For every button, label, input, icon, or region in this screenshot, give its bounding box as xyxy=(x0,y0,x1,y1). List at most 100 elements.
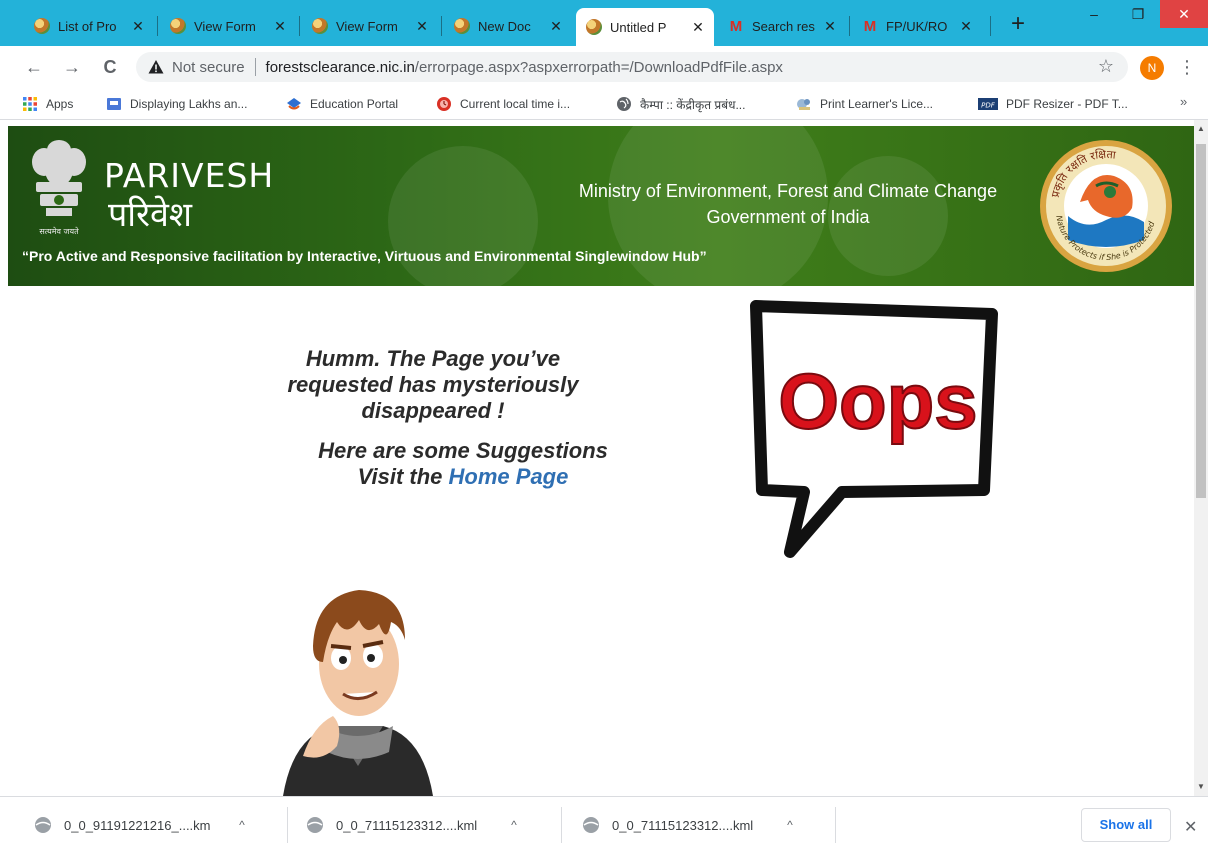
moefcc-seal-icon: प्रकृति रक्षति रक्षिता Nature Protects i… xyxy=(1040,140,1172,272)
close-icon[interactable]: ✕ xyxy=(958,18,974,35)
new-tab-button[interactable]: + xyxy=(1005,12,1031,38)
bookmark-label: Displaying Lakhs an... xyxy=(130,97,248,111)
download-filename: 0_0_71115123312....kml xyxy=(612,817,754,833)
download-bar: 0_0_91191221216_....km ^ 0_0_71115123312… xyxy=(0,796,1208,851)
kml-file-icon xyxy=(35,817,51,833)
kml-file-icon xyxy=(307,817,323,833)
error-line-3: disappeared ! xyxy=(361,398,505,423)
clock-icon xyxy=(437,97,451,111)
reload-button[interactable]: C xyxy=(98,55,122,79)
visit-home-line: Visit the Home Page xyxy=(278,464,648,490)
close-icon[interactable]: ✕ xyxy=(690,19,706,36)
oops-text: Oops xyxy=(778,357,977,445)
bookmark-label: Education Portal xyxy=(310,97,399,111)
bookmarks-overflow-button[interactable]: » xyxy=(1180,94,1187,109)
mef-icon xyxy=(312,18,328,34)
maximize-button[interactable]: ❐ xyxy=(1116,0,1160,28)
gmail-icon: M xyxy=(863,17,877,35)
kml-file-icon xyxy=(583,817,599,833)
ministry-title: Ministry of Environment, Forest and Clim… xyxy=(528,178,1048,230)
tab-untitled-active[interactable]: Untitled P ✕ xyxy=(576,8,714,46)
home-page-link[interactable]: Home Page xyxy=(449,464,569,489)
bookmark-pdf-resizer[interactable]: PDF PDF Resizer - PDF T... xyxy=(978,95,1128,113)
bookmark-label: कैम्पा :: केंद्रीकृत प्रबंध... xyxy=(640,97,746,112)
download-separator xyxy=(561,807,562,843)
minimize-button[interactable]: ‒ xyxy=(1072,0,1116,28)
bookmark-displaying-lakhs[interactable]: Displaying Lakhs an... xyxy=(106,95,247,113)
pdf-resizer-icon: PDF xyxy=(978,98,998,110)
close-download-bar-icon[interactable]: ✕ xyxy=(1184,817,1197,837)
browser-toolbar: ← → C Not secure forestsclearance.nic.in… xyxy=(0,46,1208,88)
tab-view-form-2[interactable]: View Form ✕ xyxy=(302,8,438,44)
download-filename: 0_0_91191221216_....km xyxy=(64,817,211,833)
back-button[interactable]: ← xyxy=(22,55,46,79)
tab-new-doc[interactable]: New Doc ✕ xyxy=(444,8,572,44)
tab-title: View Form xyxy=(194,18,256,34)
close-icon[interactable]: ✕ xyxy=(548,18,564,35)
slides-icon xyxy=(107,98,121,110)
ministry-line-1: Ministry of Environment, Forest and Clim… xyxy=(578,181,998,201)
error-message: Humm. The Page you’ve requested has myst… xyxy=(248,346,618,424)
tab-separator xyxy=(299,16,300,36)
tab-separator xyxy=(849,16,850,36)
tab-title: Search res xyxy=(752,18,815,34)
svg-text:PDF: PDF xyxy=(981,102,996,110)
download-separator xyxy=(287,807,288,843)
bookmark-label: Print Learner's Lice... xyxy=(820,97,934,111)
close-icon[interactable]: ✕ xyxy=(414,18,430,35)
bookmark-label: Current local time i... xyxy=(460,97,571,111)
tab-gmail-fp-uk[interactable]: M FP/UK/RO ✕ xyxy=(852,8,982,44)
chevron-up-icon[interactable]: ^ xyxy=(504,818,524,832)
close-icon[interactable]: ✕ xyxy=(822,18,838,35)
visit-label: Visit the xyxy=(357,464,443,489)
address-bar[interactable]: Not secure forestsclearance.nic.in /erro… xyxy=(136,52,1128,82)
bookmark-current-local-time[interactable]: Current local time i... xyxy=(436,95,570,113)
download-filename: 0_0_71115123312....kml xyxy=(336,817,478,833)
not-secure-label[interactable]: Not secure xyxy=(172,59,245,76)
mef-icon xyxy=(34,18,50,34)
window-close-button[interactable]: ✕ xyxy=(1160,0,1208,28)
national-emblem-icon: सत्यमेव जयते xyxy=(32,140,86,236)
scroll-up-arrow[interactable]: ▲ xyxy=(1194,122,1208,136)
error-line-2: requested has mysteriously xyxy=(287,372,579,397)
chevron-up-icon[interactable]: ^ xyxy=(780,818,800,832)
tab-view-form-1[interactable]: View Form ✕ xyxy=(160,8,296,44)
bookmark-apps[interactable]: Apps xyxy=(22,95,73,113)
tab-separator xyxy=(157,16,158,36)
warning-icon[interactable] xyxy=(148,59,164,75)
tab-title: FP/UK/RO xyxy=(886,18,948,34)
tab-title: List of Pro xyxy=(58,18,117,34)
bookmark-label: PDF Resizer - PDF T... xyxy=(1006,97,1128,111)
close-icon[interactable]: ✕ xyxy=(130,18,146,35)
download-item[interactable]: 0_0_91191221216_....km ^ xyxy=(34,805,252,845)
tab-separator xyxy=(441,16,442,36)
suggestions-heading: Here are some Suggestions xyxy=(318,438,608,463)
page-scrollbar[interactable]: ▲ ▼ xyxy=(1194,120,1208,796)
bookmark-star-icon[interactable]: ☆ xyxy=(1098,56,1114,77)
ministry-line-2: Government of India xyxy=(706,207,870,227)
gmail-icon: M xyxy=(729,17,743,35)
menu-icon[interactable]: ⋮ xyxy=(1178,55,1196,79)
show-all-downloads-button[interactable]: Show all xyxy=(1081,808,1171,842)
tab-gmail-search[interactable]: M Search res ✕ xyxy=(718,8,846,44)
profile-avatar[interactable]: N xyxy=(1140,56,1164,80)
forward-button[interactable]: → xyxy=(60,55,84,79)
globe-icon xyxy=(617,97,631,111)
scroll-thumb[interactable] xyxy=(1196,144,1206,498)
download-item[interactable]: 0_0_71115123312....kml ^ xyxy=(306,805,524,845)
bookmark-campa[interactable]: कैम्पा :: केंद्रीकृत प्रबंध... xyxy=(616,95,745,113)
brand-name-hindi: परिवेश xyxy=(108,195,193,235)
download-separator xyxy=(835,807,836,843)
bookmark-print-learners-licence[interactable]: Print Learner's Lice... xyxy=(796,95,933,113)
tab-list-of-projects[interactable]: List of Pro ✕ xyxy=(24,8,154,44)
tab-strip: List of Pro ✕ View Form ✕ View Form ✕ Ne… xyxy=(0,0,1208,46)
tab-separator xyxy=(990,16,991,36)
license-icon xyxy=(797,99,810,110)
chevron-up-icon[interactable]: ^ xyxy=(232,818,252,832)
bookmark-education-portal[interactable]: Education Portal xyxy=(286,95,398,113)
mef-icon xyxy=(586,19,602,35)
scroll-down-arrow[interactable]: ▼ xyxy=(1194,780,1208,794)
close-icon[interactable]: ✕ xyxy=(272,18,288,35)
address-separator xyxy=(254,58,256,76)
download-item[interactable]: 0_0_71115123312....kml ^ xyxy=(582,805,800,845)
